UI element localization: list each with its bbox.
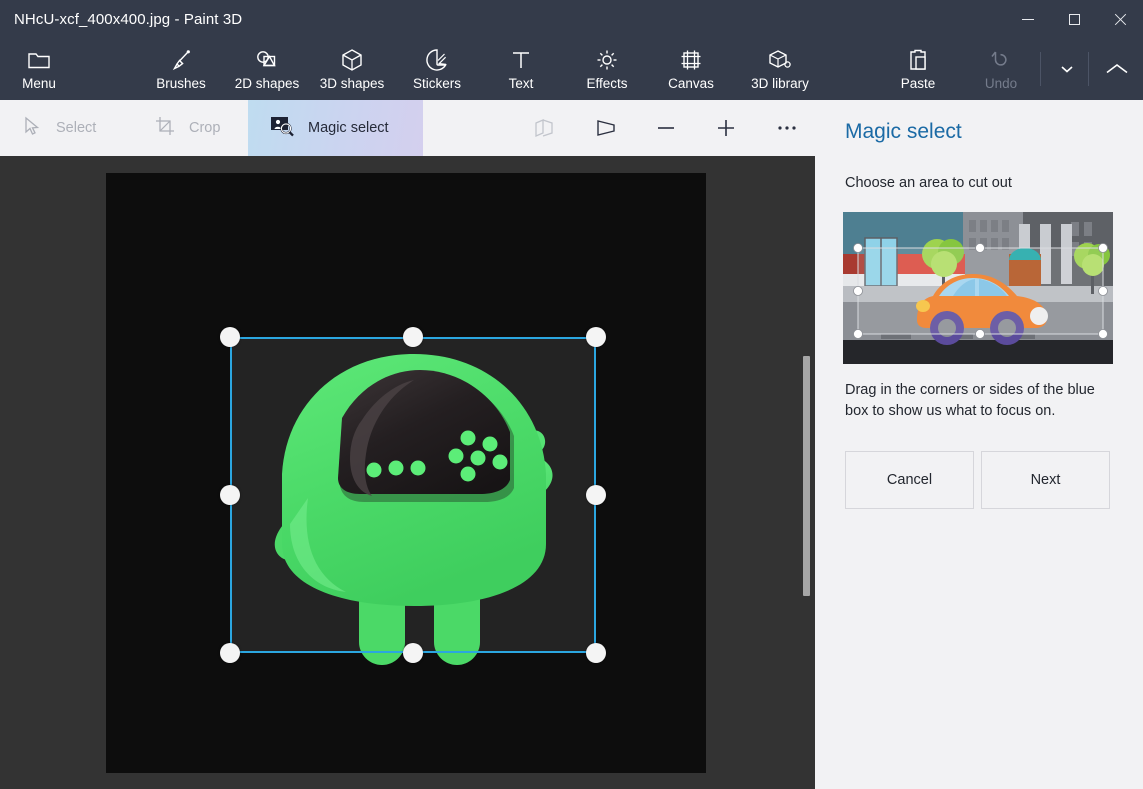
folder-icon: [27, 47, 51, 73]
tab-crop-label: Crop: [189, 120, 221, 136]
ribbon-divider-2: [1088, 52, 1089, 86]
2d-shapes-label: 2D shapes: [234, 76, 300, 91]
magic-select-icon: [270, 115, 294, 141]
3d-shapes-icon: [341, 47, 363, 73]
3d-shapes-button[interactable]: 3D shapes: [307, 38, 397, 100]
zoom-in-button[interactable]: [700, 100, 752, 156]
menu-label: Menu: [22, 76, 56, 91]
undo-label: Undo: [984, 76, 1018, 91]
selection-handle-middle-left[interactable]: [220, 485, 240, 505]
text-icon: [510, 47, 532, 73]
ribbon-collapse-button[interactable]: [1096, 38, 1138, 100]
effects-label: Effects: [586, 76, 628, 91]
perspective-view-icon: [597, 120, 615, 136]
tab-select-label: Select: [56, 120, 97, 136]
brush-icon: [169, 47, 193, 73]
3d-library-icon: [768, 47, 792, 73]
panel-title: Magic select: [845, 120, 962, 143]
cancel-button[interactable]: Cancel: [845, 451, 974, 509]
close-icon: [1114, 13, 1127, 26]
maximize-button[interactable]: [1051, 0, 1097, 38]
minimize-icon: [1022, 18, 1034, 20]
magic-select-panel: Magic select Choose an area to cut out D…: [815, 100, 1143, 789]
3d-view-icon: [535, 119, 553, 137]
magic-select-car-illustration: [843, 212, 1113, 364]
undo-button: Undo: [968, 38, 1034, 100]
vertical-scrollbar-thumb[interactable]: [803, 356, 810, 596]
menu-button[interactable]: Menu: [6, 38, 72, 100]
selection-handle-middle-right[interactable]: [586, 485, 606, 505]
tab-crop: Crop: [133, 100, 242, 156]
window-controls: [1005, 0, 1143, 38]
canvas-workspace[interactable]: [0, 156, 815, 789]
perspective-view-button[interactable]: [580, 100, 632, 156]
2d-shapes-icon: [254, 47, 280, 73]
zoom-out-icon: [658, 127, 674, 129]
panel-button-row: Cancel Next: [845, 451, 1110, 509]
paste-label: Paste: [900, 76, 936, 91]
3d-library-label: 3D library: [751, 76, 809, 91]
undo-icon: [989, 47, 1013, 73]
tab-magic-select-label: Magic select: [308, 120, 389, 136]
panel-description: Drag in the corners or sides of the blue…: [845, 382, 1095, 419]
3d-shapes-label: 3D shapes: [319, 76, 385, 91]
3d-library-button[interactable]: 3D library: [735, 38, 825, 100]
next-button[interactable]: Next: [981, 451, 1110, 509]
crop-icon: [155, 116, 175, 140]
selection-handle-top-left[interactable]: [220, 327, 240, 347]
ribbon-divider-1: [1040, 52, 1041, 86]
brushes-label: Brushes: [156, 76, 206, 91]
close-button[interactable]: [1097, 0, 1143, 38]
maximize-icon: [1068, 13, 1080, 25]
effects-button[interactable]: Effects: [570, 38, 644, 100]
selection-handle-bottom-left[interactable]: [220, 643, 240, 663]
selection-box[interactable]: [230, 337, 596, 653]
more-options-icon: [778, 126, 796, 130]
tab-magic-select[interactable]: Magic select: [248, 100, 423, 156]
effects-icon: [595, 47, 619, 73]
main-toolbar: Menu Brushes 2D shapes 3D shapes Sticker: [0, 38, 1143, 100]
stickers-icon: [425, 47, 449, 73]
canvas-label: Canvas: [668, 76, 714, 91]
chevron-up-icon: [1106, 64, 1128, 74]
tab-select: Select: [0, 100, 118, 156]
canvas-icon: [679, 47, 703, 73]
selection-handle-bottom-right[interactable]: [586, 643, 606, 663]
zoom-in-icon: [718, 120, 734, 136]
stickers-button[interactable]: Stickers: [400, 38, 474, 100]
selection-handle-top-right[interactable]: [586, 327, 606, 347]
paste-icon: [907, 47, 929, 73]
chevron-down-icon: [1061, 66, 1073, 73]
selection-handle-top-center[interactable]: [403, 327, 423, 347]
more-options-button[interactable]: [761, 100, 813, 156]
text-button[interactable]: Text: [490, 38, 552, 100]
minimize-button[interactable]: [1005, 0, 1051, 38]
3d-view-button: [519, 100, 571, 156]
brushes-button[interactable]: Brushes: [145, 38, 217, 100]
titlebar: NHcU-xcf_400x400.jpg - Paint 3D: [0, 0, 1143, 38]
paint3d-window: NHcU-xcf_400x400.jpg - Paint 3D Menu Bru…: [0, 0, 1143, 789]
canvas-button[interactable]: Canvas: [655, 38, 727, 100]
ribbon-more-button[interactable]: [1048, 38, 1086, 100]
image-canvas[interactable]: [106, 173, 706, 773]
panel-subtitle: Choose an area to cut out: [845, 175, 1012, 191]
stickers-label: Stickers: [412, 76, 461, 91]
zoom-out-button[interactable]: [640, 100, 692, 156]
paste-button[interactable]: Paste: [884, 38, 952, 100]
selection-handle-bottom-center[interactable]: [403, 643, 423, 663]
2d-shapes-button[interactable]: 2D shapes: [222, 38, 312, 100]
window-title: NHcU-xcf_400x400.jpg - Paint 3D: [14, 10, 243, 28]
cursor-select-icon: [22, 116, 42, 140]
text-label: Text: [508, 76, 534, 91]
